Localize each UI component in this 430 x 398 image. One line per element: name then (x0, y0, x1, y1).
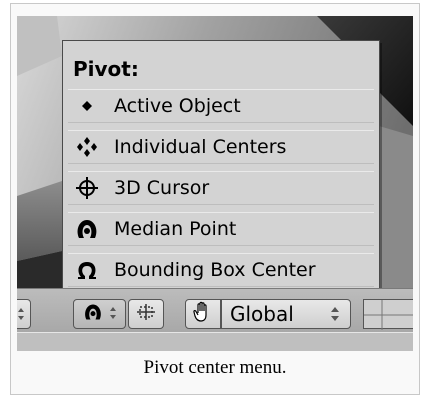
transform-orientation-select[interactable]: Global (221, 299, 351, 329)
crosshair-cursor-icon (74, 175, 100, 201)
bounding-box-icon (74, 257, 100, 283)
menu-item-label: Bounding Box Center (114, 259, 316, 281)
viewport-header: Global (17, 288, 413, 332)
updown-arrows-icon (109, 305, 117, 324)
left-dropdown-arrows[interactable] (17, 299, 31, 329)
hand-icon (192, 301, 214, 327)
pivot-menu: Pivot: Active Object Individual Centers (62, 40, 380, 293)
orientation-value: Global (230, 302, 294, 326)
blender-screenshot: Pivot: Active Object Individual Centers (17, 16, 413, 351)
median-point-icon (74, 216, 100, 242)
menu-item-label: Individual Centers (114, 136, 287, 158)
layer-grid-button[interactable] (363, 299, 413, 330)
menu-item-label: Active Object (114, 95, 241, 117)
menu-item-median-point[interactable]: Median Point (68, 212, 374, 246)
manipulator-toggle-button[interactable] (128, 299, 164, 329)
menu-item-individual-centers[interactable]: Individual Centers (68, 130, 374, 164)
dot-icon (74, 93, 100, 119)
pivot-select-button[interactable] (73, 299, 126, 329)
menu-item-bounding-box-center[interactable]: Bounding Box Center (68, 253, 374, 287)
menu-title: Pivot: (73, 57, 139, 81)
grab-manipulator-button[interactable] (185, 299, 221, 329)
menu-item-label: Median Point (114, 218, 237, 240)
menu-item-3d-cursor[interactable]: 3D Cursor (68, 171, 374, 205)
image-caption: Pivot center menu. (143, 357, 287, 378)
menu-item-label: 3D Cursor (114, 177, 210, 199)
bottom-strip (17, 332, 413, 351)
individual-centers-icon (74, 134, 100, 160)
median-point-icon (83, 302, 103, 326)
manipulator-icon (136, 303, 156, 325)
updown-arrows-icon (330, 306, 340, 326)
menu-item-active-object[interactable]: Active Object (68, 89, 374, 123)
